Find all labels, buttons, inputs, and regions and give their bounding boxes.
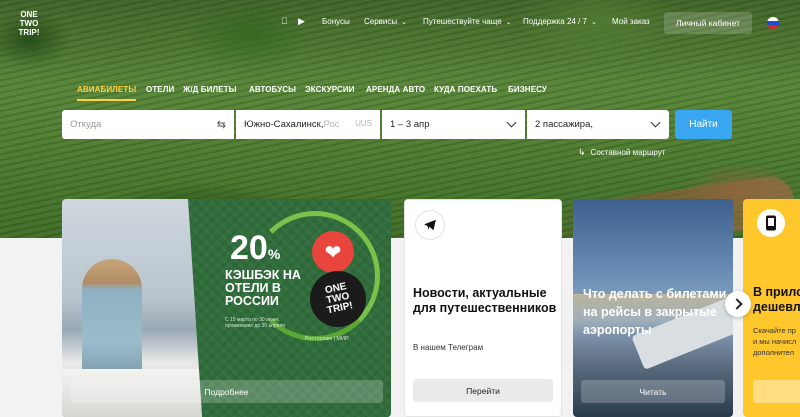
promo-details-button[interactable]: Подробнее <box>70 380 383 403</box>
promo-cashback-card[interactable]: 20% КЭШБЭК НА ОТЕЛИ В РОССИИ С 15 марта … <box>62 199 391 417</box>
app-card-button[interactable] <box>753 380 800 403</box>
tab-flights[interactable]: АВИАБИЛЕТЫ <box>77 85 137 101</box>
personal-cabinet-button[interactable]: Личный кабинет <box>664 12 752 34</box>
complex-route-label: Составной маршрут <box>590 148 666 157</box>
complex-route-link[interactable]: ↳ Составной маршрут <box>578 147 665 158</box>
promo-percent-sign: % <box>267 246 281 262</box>
heart-icon: ❤ <box>312 231 354 273</box>
find-button[interactable]: Найти <box>675 110 732 139</box>
nav-support-label: Поддержка 24 / 7 <box>523 17 587 26</box>
swap-icon[interactable]: ⇆ <box>217 118 226 131</box>
origin-placeholder: Откуда <box>70 119 102 130</box>
nav-travel-more-label: Путешествуйте чаще <box>423 17 502 26</box>
app-card-subtitle: Скачайте пр и мы начисл дополнител <box>753 325 796 358</box>
passengers-field[interactable]: 2 пассажира, <box>527 110 669 139</box>
tab-buses[interactable]: АВТОБУСЫ <box>249 85 296 94</box>
promo-small-print: С 15 марта по 30 июня, проживание до 30 … <box>225 317 286 329</box>
google-play-icon[interactable]: ▶ <box>298 16 305 27</box>
chevron-down-icon <box>650 117 661 128</box>
promo-percent: 20% <box>230 231 280 271</box>
nav-my-order[interactable]: Мой заказ <box>612 17 650 26</box>
airports-card-title: Что делать с билетами на рейсы в закрыты… <box>583 287 727 337</box>
telegram-icon <box>415 210 445 240</box>
nav-bonuses[interactable]: Бонусы <box>322 17 350 26</box>
destination-hint: Рос <box>323 119 340 130</box>
tab-car-rental[interactable]: АРЕНДА АВТО <box>366 85 425 94</box>
closed-airports-card[interactable]: Что делать с билетами на рейсы в закрыты… <box>573 199 733 417</box>
promo-partners: Ростуризм | МИР <box>305 336 349 342</box>
tab-excursions[interactable]: ЭКСКУРСИИ <box>305 85 355 94</box>
destination-field[interactable]: Южно-Сахалинск, Рос UUS <box>236 110 380 139</box>
telegram-news-card[interactable]: Новости, актуальные для путешественников… <box>404 199 562 417</box>
app-card-title-line2: дешевл <box>753 300 800 314</box>
promo-percent-value: 20 <box>230 229 268 267</box>
route-icon: ↳ <box>578 147 586 157</box>
chevron-down-icon <box>506 117 517 128</box>
promo-photo-person <box>82 259 142 379</box>
app-card-sub-line1: Скачайте пр <box>753 326 796 335</box>
nav-services[interactable]: Сервисы ⌄ <box>364 17 407 26</box>
tab-where-to-go[interactable]: КУДА ПОЕХАТЬ <box>434 85 497 94</box>
origin-field[interactable]: Откуда ⇆ <box>62 110 234 139</box>
tab-trains[interactable]: Ж/Д БИЛЕТЫ <box>183 85 237 94</box>
apple-icon[interactable]:  <box>281 16 288 26</box>
airports-read-button[interactable]: Читать <box>581 380 725 403</box>
app-card-sub-line3: дополнител <box>753 348 794 357</box>
app-card-sub-line2: и мы начисл <box>753 337 797 346</box>
telegram-go-button[interactable]: Перейти <box>413 379 553 402</box>
chevron-down-icon: ⌄ <box>590 19 597 26</box>
tab-business[interactable]: БИЗНЕСУ <box>508 85 547 94</box>
chevron-down-icon: ⌄ <box>505 19 512 26</box>
russia-flag-icon[interactable] <box>767 17 779 29</box>
app-card-title-line1: В прило <box>753 285 800 299</box>
telegram-card-title: Новости, актуальные для путешественников <box>413 286 557 315</box>
nav-travel-more[interactable]: Путешествуйте чаще ⌄ <box>423 17 512 26</box>
destination-code: UUS <box>355 119 372 128</box>
passengers-value: 2 пассажира, <box>535 119 594 130</box>
mobile-app-icon <box>757 209 785 237</box>
nav-support[interactable]: Поддержка 24 / 7 ⌄ <box>523 17 597 26</box>
telegram-card-subtitle: В нашем Телеграм <box>413 343 484 352</box>
app-card-title: В прило дешевл <box>753 285 800 315</box>
destination-value: Южно-Сахалинск, <box>244 119 324 130</box>
tab-hotels[interactable]: ОТЕЛИ <box>146 85 174 94</box>
chevron-down-icon: ⌄ <box>401 19 408 26</box>
carousel-next-button[interactable] <box>725 291 751 317</box>
dates-field[interactable]: 1 – 3 апр <box>382 110 525 139</box>
dates-value: 1 – 3 апр <box>390 119 430 130</box>
nav-services-label: Сервисы <box>364 17 398 26</box>
app-promo-card[interactable]: В прило дешевл Скачайте пр и мы начисл допо… <box>743 199 800 417</box>
